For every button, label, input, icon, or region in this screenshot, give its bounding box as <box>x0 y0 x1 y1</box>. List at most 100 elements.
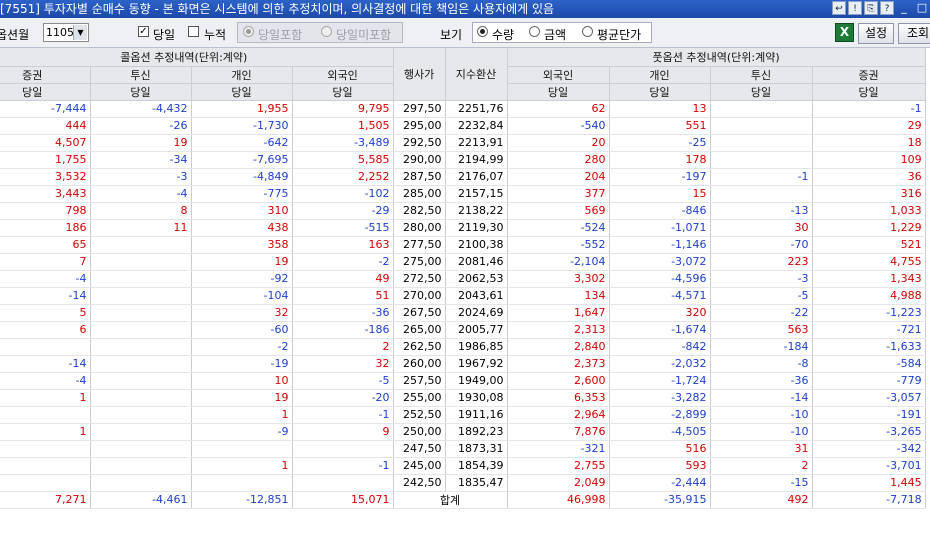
table-row[interactable]: 1 19 -20 255,00 1930,08 6,353 -3,282 -14 -3,057 <box>0 389 926 407</box>
put-cell: 7,876 <box>507 423 610 441</box>
call-cell: -7,695 <box>191 151 293 169</box>
put-cell: 2,600 <box>507 372 610 390</box>
put-cell: 13 <box>609 100 711 118</box>
table-row[interactable]: -14 -104 51 270,00 2043,61 134 -4,571 -5 4,988 <box>0 287 926 305</box>
help-icon[interactable]: ? <box>880 1 894 15</box>
link-icon[interactable]: ↩ <box>832 1 846 15</box>
put-cell: -4,571 <box>609 287 711 305</box>
put-cell: 178 <box>609 151 711 169</box>
call-cell <box>90 321 192 339</box>
table-row[interactable]: 7 19 -2 275,00 2081,46 -2,104 -3,072 223 4,755 <box>0 253 926 271</box>
table-row[interactable]: 1 -1 245,00 1854,39 2,755 593 2 -3,701 <box>0 457 926 475</box>
index-cell: 2251,76 <box>444 100 508 118</box>
view-average-radio[interactable] <box>582 26 593 37</box>
call-cell <box>90 406 192 424</box>
call-cell: 358 <box>191 236 293 254</box>
table-row[interactable]: 186 11 438 -515 280,00 2119,30 -524 -1,071 30 1,2… <box>0 219 926 237</box>
call-cell <box>90 440 192 458</box>
index-header: 지수환산 <box>445 48 508 101</box>
excel-icon[interactable]: X <box>835 23 854 42</box>
strike-cell: 292,50 <box>392 134 446 152</box>
call-cell: 2 <box>292 338 394 356</box>
table-row[interactable]: -14 -19 32 260,00 1967,92 2,373 -2,032 -8 -584 <box>0 355 926 373</box>
call-cell <box>0 406 91 424</box>
query-button[interactable]: 조회 <box>898 23 930 44</box>
call-cell <box>90 355 192 373</box>
sub-header: 당일 <box>191 83 293 101</box>
put-cell: -584 <box>812 355 926 373</box>
call-cell: -20 <box>292 389 394 407</box>
table-row[interactable]: 1 -9 9 250,00 1892,23 7,876 -4,505 -10 -3,265 <box>0 423 926 441</box>
put-cell: 62 <box>507 100 610 118</box>
put-cell: -8 <box>710 355 813 373</box>
strike-cell: 282,50 <box>392 202 446 220</box>
maximize-icon[interactable]: □ <box>914 1 930 15</box>
exclude-today-radio[interactable] <box>321 26 332 37</box>
index-cell: 2194,99 <box>444 151 508 169</box>
table-row[interactable]: -4 -92 49 272,50 2062,53 3,302 -4,596 -3 1,343 <box>0 270 926 288</box>
copy-icon[interactable]: ⎘ <box>864 1 878 15</box>
table-row[interactable]: 5 32 -36 267,50 2024,69 1,647 320 -22 -1,223 <box>0 304 926 322</box>
table-row[interactable]: 444 -26 -1,730 1,505 295,00 2232,84 -540 551 29 <box>0 117 926 135</box>
call-cell: 32 <box>191 304 293 322</box>
table-row[interactable]: -7,444 -4,432 1,955 9,795 297,50 2251,76 62 13 -… <box>0 100 926 118</box>
put-cell: -36 <box>710 372 813 390</box>
table-row[interactable]: 242,50 1835,47 2,049 -2,444 -15 1,445 <box>0 474 926 492</box>
table-row[interactable]: 65 358 163 277,50 2100,38 -552 -1,146 -70 521 <box>0 236 926 254</box>
strike-cell: 270,00 <box>392 287 446 305</box>
table-row[interactable]: 1 -1 252,50 1911,16 2,964 -2,899 -10 -191 <box>0 406 926 424</box>
minimize-icon[interactable]: _ <box>896 1 912 15</box>
strike-cell: 252,50 <box>392 406 446 424</box>
table-row[interactable]: 6 -60 -186 265,00 2005,77 2,313 -1,674 563 -721 <box>0 321 926 339</box>
call-cell: 163 <box>292 236 394 254</box>
info-icon[interactable]: ! <box>848 1 862 15</box>
table-row[interactable]: 3,443 -4 -775 -102 285,00 2157,15 377 15 316 <box>0 185 926 203</box>
cumulative-checkbox[interactable] <box>188 26 199 37</box>
view-quantity-radio[interactable] <box>477 26 488 37</box>
cumulative-label: 누적 <box>204 28 227 42</box>
table-row[interactable]: -2 2 262,50 1986,85 2,840 -842 -184 -1,633 <box>0 338 926 356</box>
put-group-header: 풋옵션 추정내역(단위:계약) <box>507 48 926 67</box>
settings-button[interactable]: 설정 <box>858 23 894 44</box>
total-row[interactable]: 7,271 -4,461 -12,851 15,071 합계 46,998 -35,915 4… <box>0 490 926 509</box>
put-cell: 18 <box>812 134 926 152</box>
call-cell: 1,955 <box>191 100 293 118</box>
call-cell: 6 <box>0 321 91 339</box>
put-cell: 2,840 <box>507 338 610 356</box>
call-cell: 310 <box>191 202 293 220</box>
sub-header: 당일 <box>710 83 813 101</box>
put-cell: -3,057 <box>812 389 926 407</box>
table-row[interactable]: 4,507 19 -642 -3,489 292,50 2213,91 20 -25 18 <box>0 134 926 152</box>
call-cell: 32 <box>292 355 394 373</box>
index-cell: 2024,69 <box>444 304 508 322</box>
put-cell: -4,505 <box>609 423 711 441</box>
table-row[interactable]: -4 10 -5 257,50 1949,00 2,600 -1,724 -36 -779 <box>0 372 926 390</box>
include-today-radio[interactable] <box>243 26 254 37</box>
put-cell: 1,445 <box>812 474 926 492</box>
put-cell: 1,647 <box>507 304 610 322</box>
call-cell: 10 <box>191 372 293 390</box>
view-average-label: 평균단가 <box>597 28 642 42</box>
call-cell: 1 <box>191 457 293 475</box>
put-cell: 46,998 <box>507 490 610 509</box>
put-cell <box>710 117 813 135</box>
put-cell: -1 <box>710 168 813 186</box>
put-cell: -1 <box>812 100 926 118</box>
option-month-select[interactable]: 1105 ▼ <box>43 23 89 42</box>
sub-header: 당일 <box>812 83 926 101</box>
table-row[interactable]: 3,532 -3 -4,849 2,252 287,50 2176,07 204 -197 -1… <box>0 168 926 186</box>
index-cell: 2213,91 <box>444 134 508 152</box>
chevron-down-icon[interactable]: ▼ <box>73 25 87 40</box>
index-cell: 1986,85 <box>444 338 508 356</box>
put-cell: -846 <box>609 202 711 220</box>
put-cell: 2,373 <box>507 355 610 373</box>
table-row[interactable]: 247,50 1873,31 -321 516 31 -342 <box>0 440 926 458</box>
put-cell: 204 <box>507 168 610 186</box>
table-row[interactable]: 798 8 310 -29 282,50 2138,22 569 -846 -13 1,033 <box>0 202 926 220</box>
call-cell: 49 <box>292 270 394 288</box>
put-cell: 134 <box>507 287 610 305</box>
today-checkbox[interactable]: ✓ <box>138 26 149 37</box>
view-amount-radio[interactable] <box>529 26 540 37</box>
table-row[interactable]: 1,755 -34 -7,695 5,585 290,00 2194,99 280 178 10… <box>0 151 926 169</box>
call-cell: 4,507 <box>0 134 91 152</box>
